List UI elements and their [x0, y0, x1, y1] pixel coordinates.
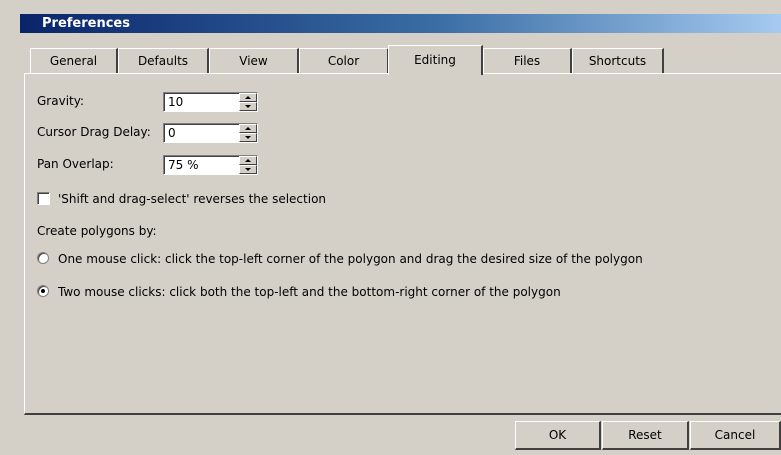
- tab-defaults[interactable]: Defaults: [118, 48, 209, 73]
- tab-editing[interactable]: Editing: [388, 45, 483, 75]
- cancel-button[interactable]: Cancel: [690, 421, 781, 450]
- tab-view[interactable]: View: [209, 48, 299, 73]
- reset-button[interactable]: Reset: [602, 421, 689, 450]
- editing-panel: [24, 73, 781, 415]
- tab-files[interactable]: Files: [483, 48, 572, 73]
- tab-label: General: [49, 54, 98, 68]
- window-title: Preferences: [42, 16, 130, 31]
- tab-label: Defaults: [137, 54, 189, 68]
- tab-label: Color: [327, 54, 360, 68]
- tab-shortcuts[interactable]: Shortcuts: [572, 48, 664, 73]
- tab-color[interactable]: Color: [299, 48, 389, 73]
- tab-label: Files: [513, 54, 541, 68]
- title-bar[interactable]: Preferences X: [20, 14, 781, 33]
- ok-button[interactable]: OK: [515, 421, 601, 450]
- tab-label: Shortcuts: [588, 54, 647, 68]
- tab-label: View: [239, 54, 268, 68]
- tab-label: Editing: [414, 53, 456, 67]
- tab-general[interactable]: General: [30, 48, 118, 73]
